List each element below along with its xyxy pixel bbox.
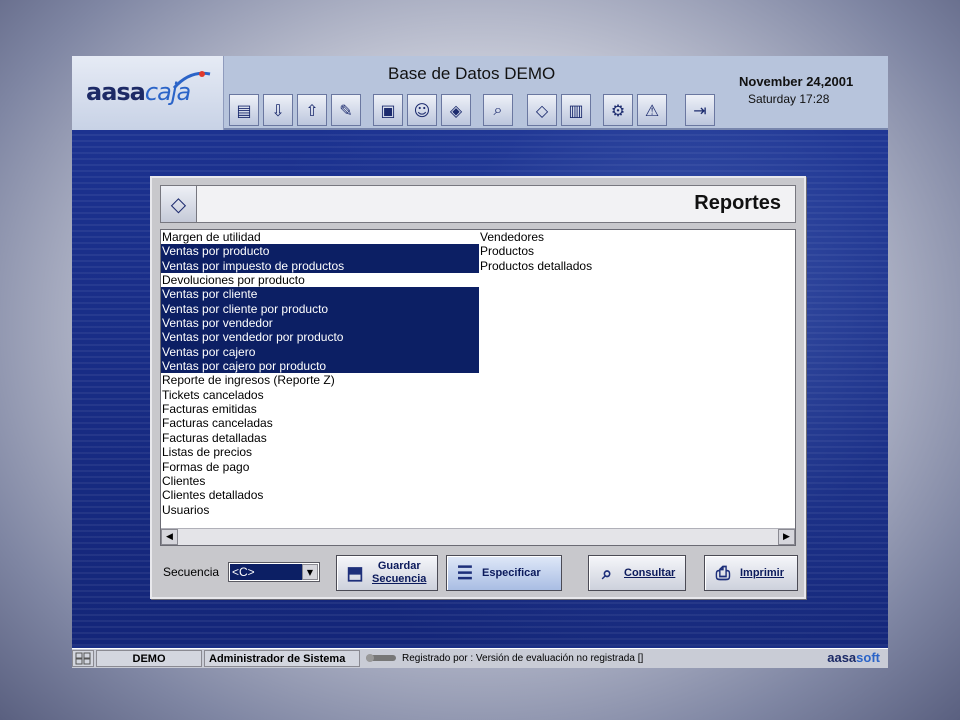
status-user: Administrador de Sistema: [204, 650, 360, 667]
list-item[interactable]: Ventas por cliente por producto: [161, 301, 479, 317]
printer-icon: ⎙: [715, 562, 731, 583]
reports-list[interactable]: Margen de utilidad Ventas por producto Ven…: [160, 229, 796, 546]
tools-icon[interactable]: ✎: [331, 94, 361, 126]
save-box-icon: ⬒: [346, 562, 364, 583]
list-item[interactable]: Productos: [479, 244, 779, 258]
settings-icon[interactable]: ⚙: [603, 94, 633, 126]
print-button[interactable]: ⎙ Imprimir: [704, 555, 798, 591]
action-bar: Secuencia <C> ▼ ⬒ Guardar Secuencia ☰ Es…: [160, 553, 800, 593]
panel-header: ◇ Reportes: [160, 185, 796, 223]
list-item[interactable]: Facturas emitidas: [161, 402, 479, 416]
upload-icon[interactable]: ⇧: [297, 94, 327, 126]
print-label: Imprimir: [740, 567, 785, 579]
reports-icon: ◇: [161, 186, 197, 222]
panel-title: Reportes: [694, 192, 781, 214]
list-item[interactable]: Reporte de ingresos (Reporte Z): [161, 373, 479, 387]
logo-area: aasacaja: [72, 56, 224, 130]
save-sequence-label-2: Secuencia: [372, 573, 427, 585]
date-display: November 24,2001: [739, 74, 854, 89]
save-sequence-label-1: Guardar: [377, 560, 421, 572]
consult-button[interactable]: ⌕ Consultar: [588, 555, 686, 591]
products-icon[interactable]: ▣: [373, 94, 403, 126]
list-item[interactable]: Usuarios: [161, 503, 479, 517]
time-display: Saturday 17:28: [748, 92, 830, 106]
app-window: aasacaja Base de Datos DEMO November 24,…: [72, 56, 888, 668]
status-registration: Registrado por : Versión de evaluación n…: [402, 653, 644, 664]
list-item[interactable]: Clientes detallados: [161, 488, 479, 502]
list-item[interactable]: Tickets cancelados: [161, 388, 479, 402]
logo-main: aasa: [86, 78, 146, 106]
list-item[interactable]: Ventas por vendedor: [161, 316, 479, 331]
database-title: Base de Datos DEMO: [388, 64, 556, 83]
exit-door-icon[interactable]: ⇥: [685, 94, 715, 126]
list-item[interactable]: Ventas por cajero por producto: [161, 359, 479, 374]
specify-button[interactable]: ☰ Especificar: [446, 555, 562, 591]
scroll-left-icon[interactable]: ◀: [161, 529, 178, 545]
sequence-label: Secuencia: [163, 565, 220, 579]
header: aasacaja Base de Datos DEMO November 24,…: [72, 56, 888, 130]
specify-label: Especificar: [482, 567, 541, 579]
brand-main: aasa: [827, 650, 857, 665]
scroll-right-icon[interactable]: ▶: [778, 529, 795, 545]
status-database: DEMO: [96, 650, 202, 667]
magnifier-icon: ⌕: [601, 562, 613, 583]
reports-icon[interactable]: ◇: [527, 94, 557, 126]
list-item[interactable]: Ventas por impuesto de productos: [161, 258, 479, 274]
key-icon: [366, 654, 396, 662]
horizontal-scrollbar[interactable]: ◀ ▶: [161, 528, 795, 545]
warning-settings-icon[interactable]: ⚠: [637, 94, 667, 126]
list-item[interactable]: Ventas por cliente: [161, 287, 479, 302]
list-item[interactable]: Ventas por vendedor por producto: [161, 330, 479, 345]
search-doc-icon[interactable]: ⌕: [483, 94, 513, 126]
list-item[interactable]: Productos detallados: [479, 259, 779, 273]
list-item[interactable]: Facturas canceladas: [161, 416, 479, 430]
users-icon[interactable]: ☺: [407, 94, 437, 126]
sequence-select[interactable]: <C> ▼: [228, 562, 320, 582]
list-item[interactable]: Listas de precios: [161, 445, 479, 459]
books-icon[interactable]: ▥: [561, 94, 591, 126]
list-item[interactable]: Ventas por cajero: [161, 344, 479, 360]
list-item[interactable]: Devoluciones por producto: [161, 273, 479, 287]
logo-swoosh-icon: [172, 71, 211, 90]
reports-list-column-2: Vendedores Productos Productos detallados: [479, 230, 779, 273]
aasasoft-logo: aasasoft: [827, 650, 880, 665]
list-item[interactable]: Facturas detalladas: [161, 431, 479, 445]
reports-list-column-1: Margen de utilidad Ventas por producto Ven…: [161, 230, 479, 517]
tag-icon[interactable]: ◈: [441, 94, 471, 126]
download-icon[interactable]: ⇩: [263, 94, 293, 126]
consult-label: Consultar: [624, 567, 676, 579]
specify-icon: ☰: [456, 562, 474, 583]
list-item[interactable]: Vendedores: [479, 230, 779, 244]
list-item[interactable]: Ventas por producto: [161, 244, 479, 259]
grid-icon: [72, 650, 94, 667]
list-item[interactable]: Clientes: [161, 474, 479, 488]
save-sequence-button[interactable]: ⬒ Guardar Secuencia: [336, 555, 438, 591]
chevron-down-icon[interactable]: ▼: [302, 564, 318, 580]
brand-sub: soft: [856, 650, 880, 665]
list-item[interactable]: Formas de pago: [161, 460, 479, 474]
cash-register-icon[interactable]: ▤: [229, 94, 259, 126]
reports-panel: ◇ Reportes Margen de utilidad Ventas por …: [150, 176, 806, 599]
status-bar: DEMO Administrador de Sistema Registrado…: [72, 648, 888, 668]
list-item[interactable]: Margen de utilidad: [161, 230, 479, 244]
sequence-value: <C>: [230, 564, 302, 580]
